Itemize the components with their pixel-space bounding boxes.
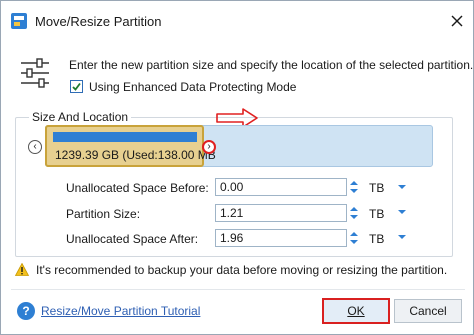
cancel-button-label: Cancel — [409, 304, 447, 318]
partition-size-spinner[interactable] — [347, 204, 361, 222]
unallocated-before-label: Unallocated Space Before: — [66, 181, 209, 195]
backup-warning-text: It's recommended to backup your data bef… — [36, 263, 448, 277]
unallocated-after-unit: TB — [369, 232, 385, 246]
sliders-icon — [21, 58, 49, 88]
partition-size-input[interactable]: 1.21 — [215, 204, 347, 222]
spin-up-icon[interactable] — [350, 232, 358, 236]
checkmark-icon — [72, 82, 81, 91]
spin-up-icon[interactable] — [350, 181, 358, 185]
ok-button-label: OK — [347, 304, 365, 318]
chevron-left-icon: ‹ — [33, 141, 37, 152]
unallocated-before-input[interactable]: 0.00 — [215, 178, 347, 196]
partition-size-label-text: Partition Size: — [66, 207, 141, 221]
enhanced-protect-checkbox[interactable] — [70, 80, 83, 93]
spin-down-icon[interactable] — [350, 240, 358, 244]
spin-down-icon[interactable] — [350, 215, 358, 219]
help-icon[interactable]: ? — [17, 302, 35, 320]
partition-block[interactable]: 1239.39 GB (Used:138.00 MB — [45, 125, 216, 167]
unit-dropdown-icon[interactable] — [398, 210, 406, 214]
unit-dropdown-icon[interactable] — [398, 235, 406, 239]
unallocated-after-input[interactable]: 1.96 — [215, 229, 347, 247]
window-title: Move/Resize Partition — [35, 14, 162, 29]
intro-text: Enter the new partition size and specify… — [69, 58, 474, 72]
unit-dropdown-icon[interactable] — [398, 185, 406, 189]
partition-app-icon — [11, 13, 27, 29]
unallocated-after-spinner[interactable] — [347, 229, 361, 247]
spin-down-icon[interactable] — [350, 189, 358, 193]
move-resize-dialog: Move/Resize Partition Enter the new part… — [0, 0, 474, 335]
unallocated-after-label: Unallocated Space After: — [66, 232, 199, 246]
cancel-button[interactable]: Cancel — [394, 299, 462, 323]
enhanced-protect-label[interactable]: Using Enhanced Data Protecting Mode — [89, 80, 296, 94]
ok-button[interactable]: OK — [322, 298, 390, 324]
partition-usage-bar — [53, 132, 197, 142]
unallocated-before-unit: TB — [369, 181, 385, 195]
resize-right-handle[interactable]: › — [202, 140, 216, 154]
tutorial-link[interactable]: Resize/Move Partition Tutorial — [41, 304, 200, 318]
close-icon[interactable] — [447, 11, 467, 31]
spin-up-icon[interactable] — [350, 207, 358, 211]
footer-divider — [11, 289, 465, 290]
unallocated-before-spinner[interactable] — [347, 178, 361, 196]
partition-size-label: 1239.39 GB (Used:138.00 MB — [55, 148, 216, 162]
group-title: Size And Location — [29, 110, 132, 124]
title-bar: Move/Resize Partition — [1, 1, 473, 41]
move-left-handle[interactable]: ‹ — [28, 140, 42, 154]
warning-icon — [15, 263, 29, 276]
partition-size-unit: TB — [369, 207, 385, 221]
chevron-right-icon: › — [207, 141, 211, 152]
